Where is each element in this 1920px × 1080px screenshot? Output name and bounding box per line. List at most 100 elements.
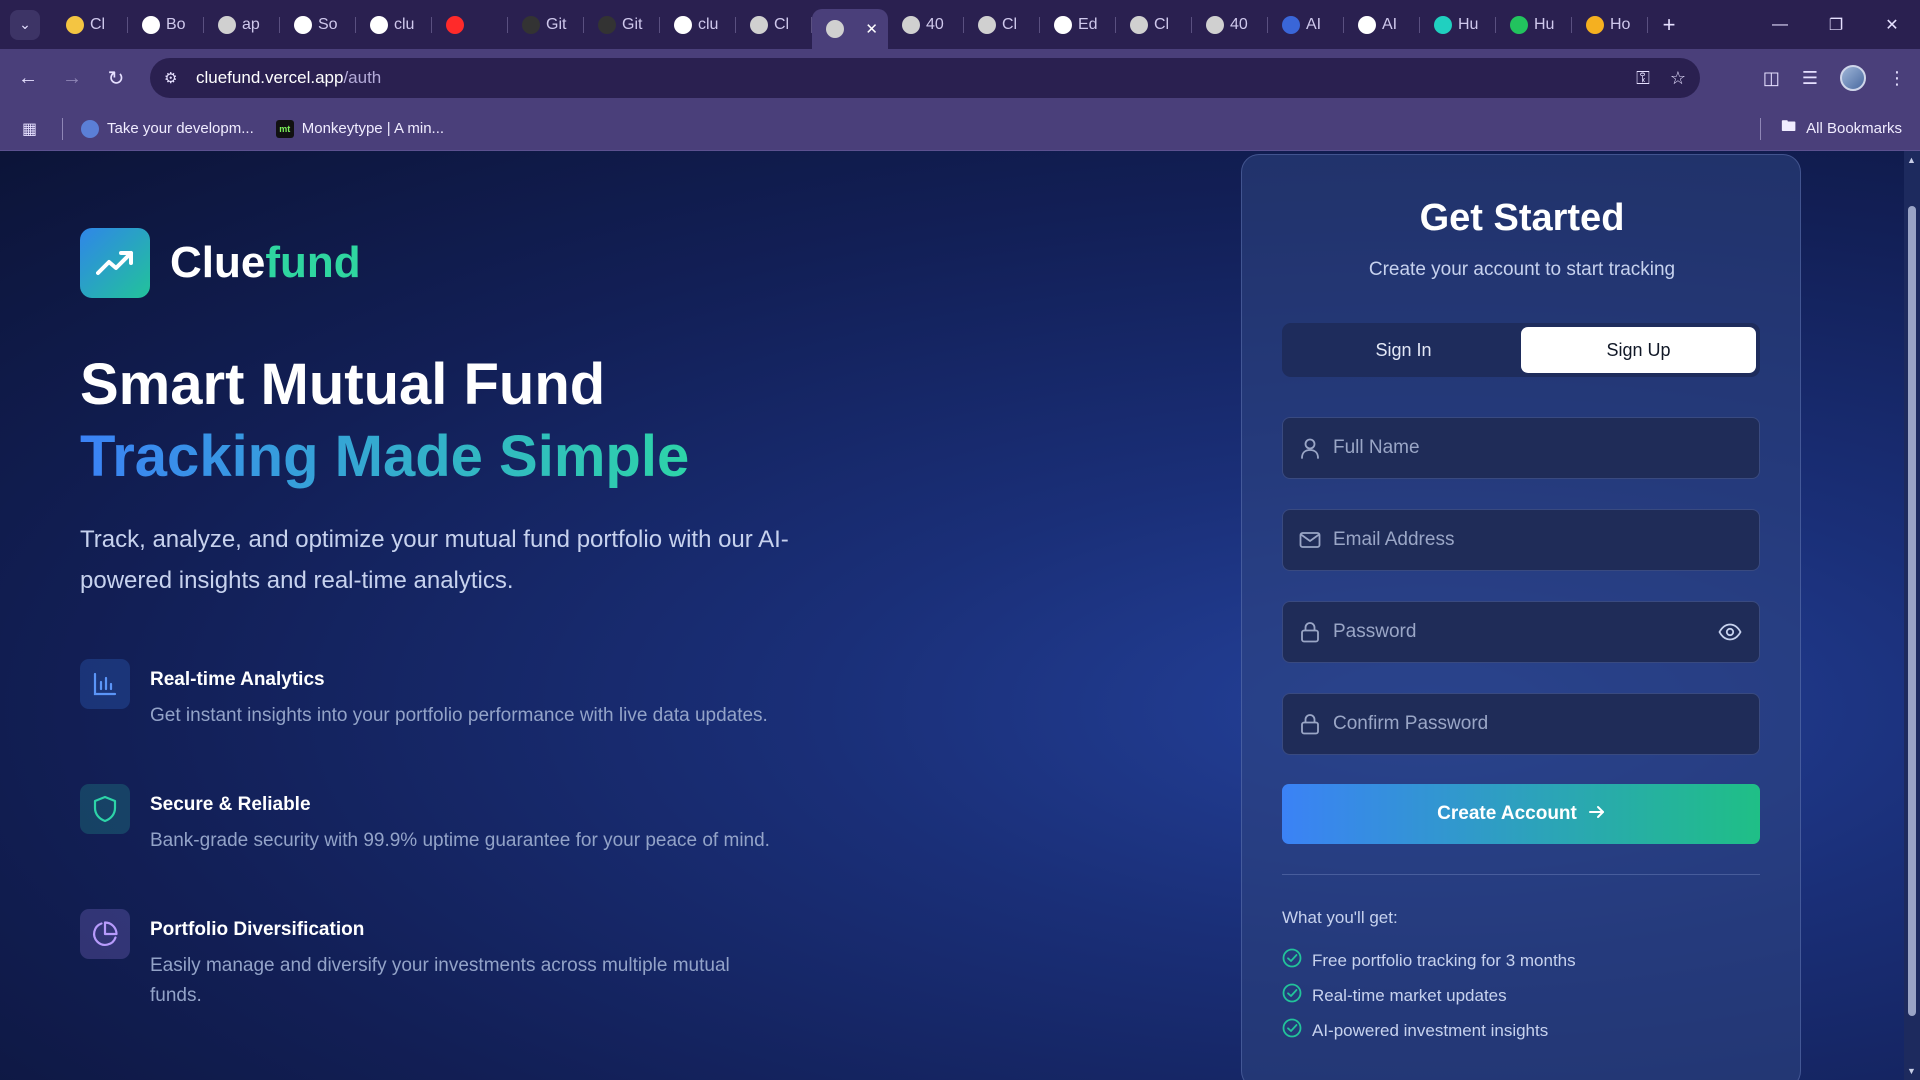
browser-tab[interactable] [432,7,508,43]
all-bookmarks-button[interactable]: 🖿 All Bookmarks [1760,116,1902,141]
tab-search-button[interactable]: ⌄ [10,9,40,40]
browser-tab[interactable]: Ed [1040,7,1116,43]
tab-sign-in[interactable]: Sign In [1286,327,1521,373]
tab-title: Hu [1458,15,1479,33]
password-input[interactable] [1333,602,1717,662]
auth-card: Get Started Create your account to start… [1241,154,1801,1080]
tab-favicon-icon [1358,15,1376,34]
browser-tab[interactable]: Cl [52,7,128,43]
restore-icon: ❐ [1828,16,1844,34]
tab-title: Hu [1534,15,1555,33]
tab-favicon-icon [1282,15,1300,34]
pie-chart-icon [80,909,130,959]
eye-icon[interactable] [1717,623,1743,641]
tab-title: clu [394,15,415,33]
close-window-button[interactable]: ✕ [1864,0,1920,49]
browser-tab[interactable]: Ho [1572,7,1648,43]
more-menu-icon[interactable]: ⋮ [1888,68,1906,89]
tab-title: Cl [1154,15,1170,33]
forward-button[interactable]: → [52,58,92,98]
page-scrollbar[interactable]: ▲ ▼ [1904,151,1920,1080]
browser-tab[interactable]: ap [204,7,280,43]
tab-favicon-icon [598,15,616,34]
url-host: cluefund.vercel.app [196,68,344,87]
auth-subtitle: Create your account to start tracking [1368,259,1676,280]
hero-title-line2: Tracking Made Simple [80,424,690,489]
tab-title: So [318,15,338,33]
close-tab-icon[interactable]: ✕ [865,20,878,38]
bookmarks-divider [62,117,63,140]
browser-tab[interactable]: Cl [736,7,812,43]
browser-tab[interactable]: AI [1268,7,1344,43]
scroll-down-icon[interactable]: ▼ [1907,1066,1916,1076]
arrow-right-icon [1588,803,1605,825]
perk-text: Free portfolio tracking for 3 months [1312,950,1576,970]
minimize-button[interactable]: — [1752,0,1808,49]
tab-favicon-icon [674,15,692,34]
star-icon[interactable]: ☆ [1670,68,1686,89]
tab-sign-up[interactable]: Sign Up [1521,327,1756,373]
tab-title: Ho [1610,15,1631,33]
reload-icon: ↻ [107,67,125,90]
browser-tab[interactable]: Bo [128,7,204,43]
browser-tab[interactable]: 40 [1192,7,1268,43]
reload-button[interactable]: ↻ [96,58,136,98]
restore-button[interactable]: ❐ [1808,0,1864,49]
browser-tab[interactable]: AI [1344,7,1420,43]
browser-tab[interactable]: 40 [888,7,964,43]
feature-title: Real-time Analytics [150,669,325,690]
tab-favicon-icon [142,15,160,34]
media-control-icon[interactable]: ☰ [1802,68,1818,89]
hero-description: Track, analyze, and optimize your mutual… [80,526,789,594]
site-info-icon[interactable]: ⚙ [164,69,186,87]
apps-grid-icon[interactable]: ▦ [22,119,44,139]
bookmark-item[interactable]: Take your developm... [81,119,254,138]
bookmark-item[interactable]: mt Monkeytype | A min... [275,119,445,138]
perk-item: Free portfolio tracking for 3 months [1282,948,1576,973]
scrollbar-thumb[interactable] [1908,206,1916,1016]
full-name-input[interactable] [1333,418,1759,478]
profile-avatar[interactable] [1840,65,1866,91]
tab-title: Cl [774,15,790,33]
browser-tab[interactable]: Hu [1420,7,1496,43]
tab-favicon-icon [1054,15,1072,34]
browser-tab-strip: ⌄ Cl Bo ap So clu Git Git clu Cl ✕ 40 Cl Ed Cl 40 AI AI H… [0,0,1920,49]
brand-name-accent: fund [265,238,361,287]
browser-tab[interactable]: ✕ [812,9,888,49]
address-bar[interactable]: ⚙ cluefund.vercel.app/auth ⚿ ☆ [150,58,1700,98]
browser-tab[interactable]: clu [356,7,432,43]
email-input[interactable] [1333,510,1759,570]
url-text: cluefund.vercel.app/auth [196,68,381,88]
new-tab-button[interactable]: + [1654,10,1684,40]
bookmark-label: Monkeytype | A min... [301,120,445,137]
check-circle-icon [1282,1018,1302,1043]
browser-tab[interactable]: clu [660,7,736,43]
card-divider [1282,874,1760,875]
monkeytype-favicon-icon: mt [275,119,294,138]
perk-text: AI-powered investment insights [1312,1020,1549,1040]
tab-favicon-icon [522,15,540,34]
full-name-field [1282,417,1760,479]
create-account-button[interactable]: Create Account [1282,784,1760,844]
key-icon[interactable]: ⚿ [1636,68,1650,89]
back-button[interactable]: ← [8,58,48,98]
extensions-icon[interactable]: ◫ [1763,68,1780,89]
browser-tab[interactable]: Git [508,7,584,43]
all-bookmarks-label: All Bookmarks [1806,120,1902,137]
tab-favicon-icon [1510,15,1528,34]
confirm-password-input[interactable] [1333,694,1759,754]
scroll-up-icon[interactable]: ▲ [1907,155,1916,165]
browser-tab[interactable]: So [280,7,356,43]
browser-tab[interactable]: Hu [1496,7,1572,43]
browser-toolbar: ← → ↻ ⚙ cluefund.vercel.app/auth ⚿ ☆ ◫ ☰… [0,49,1920,107]
browser-tab[interactable]: Cl [1116,7,1192,43]
feature-title: Secure & Reliable [150,794,311,815]
browser-tab[interactable]: Cl [964,7,1040,43]
check-circle-icon [1282,983,1302,1008]
tab-title: Git [622,15,643,33]
auth-title: Get Started [1419,197,1625,239]
trending-up-icon [80,228,150,298]
minimize-icon: — [1772,15,1788,33]
browser-tab[interactable]: Git [584,7,660,43]
tab-favicon-icon [902,15,920,34]
